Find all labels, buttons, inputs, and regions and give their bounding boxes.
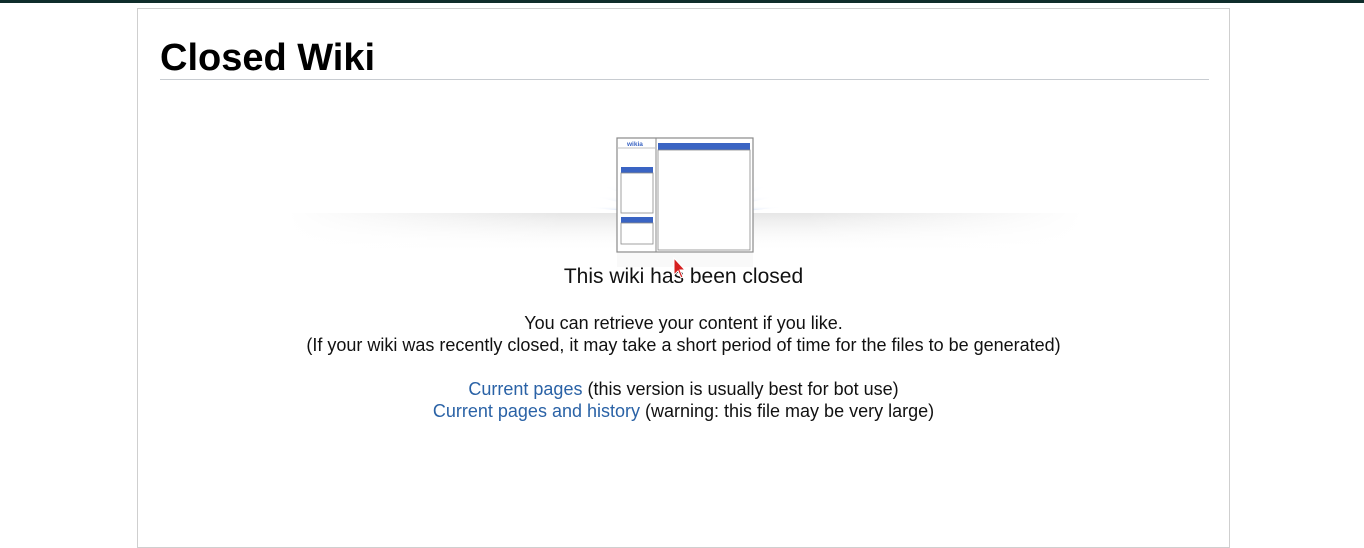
- wiki-window-icon: wikia: [616, 137, 754, 267]
- mouse-cursor-icon: [673, 257, 687, 279]
- generation-note: (If your wiki was recently closed, it ma…: [306, 335, 1061, 355]
- current-pages-note: (this version is usually best for bot us…: [582, 379, 899, 399]
- closed-wiki-illustration: wikia: [288, 107, 1082, 267]
- current-pages-link[interactable]: Current pages: [468, 379, 582, 399]
- top-strip: [0, 0, 1364, 3]
- download-item: Current pages and history (warning: this…: [138, 400, 1229, 422]
- retrieve-line: You can retrieve your content if you lik…: [524, 313, 843, 333]
- download-links: Current pages (this version is usually b…: [138, 378, 1229, 422]
- current-pages-history-note: (warning: this file may be very large): [640, 401, 935, 421]
- current-pages-history-link[interactable]: Current pages and history: [433, 401, 640, 421]
- retrieve-message: You can retrieve your content if you lik…: [138, 312, 1229, 356]
- download-item: Current pages (this version is usually b…: [138, 378, 1229, 400]
- page-title: Closed Wiki: [160, 37, 376, 79]
- wikia-logo: wikia: [626, 141, 643, 148]
- title-divider: [160, 79, 1209, 80]
